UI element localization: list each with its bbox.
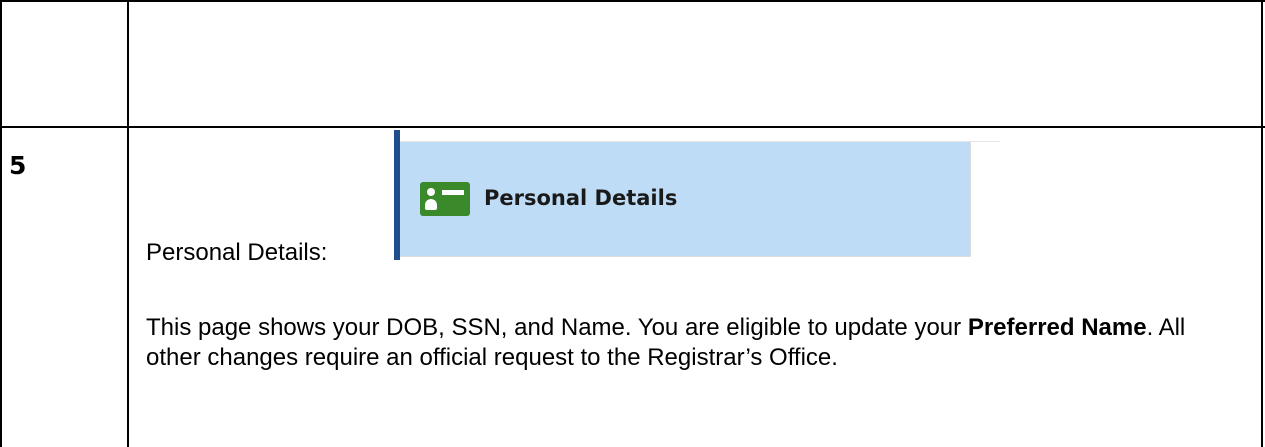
preferred-name-emphasis: Preferred Name bbox=[967, 314, 1147, 341]
id-card-icon-bar bbox=[442, 190, 464, 195]
table-left-border bbox=[0, 0, 2, 447]
id-card-icon-body bbox=[425, 199, 437, 210]
personal-details-screenshot: Personal Details bbox=[394, 130, 1000, 268]
step-number: 5 bbox=[9, 151, 27, 180]
screenshot-title: Personal Details bbox=[484, 186, 678, 210]
table-right-border bbox=[1261, 0, 1263, 447]
table-column-divider bbox=[127, 0, 129, 447]
instruction-paragraph: This page shows your DOB, SSN, and Name.… bbox=[146, 313, 1226, 373]
personal-details-label: Personal Details: bbox=[146, 239, 328, 266]
paragraph-text-part1: This page shows your DOB, SSN, and Name.… bbox=[146, 314, 968, 341]
table-top-border bbox=[0, 0, 1265, 2]
table-row-divider bbox=[0, 126, 1265, 128]
id-card-icon bbox=[420, 182, 470, 216]
screenshot-right-line bbox=[970, 142, 971, 257]
screenshot-accent-bar bbox=[394, 130, 400, 260]
id-card-icon-head bbox=[427, 188, 435, 196]
screenshot-bottom-line bbox=[400, 256, 970, 257]
